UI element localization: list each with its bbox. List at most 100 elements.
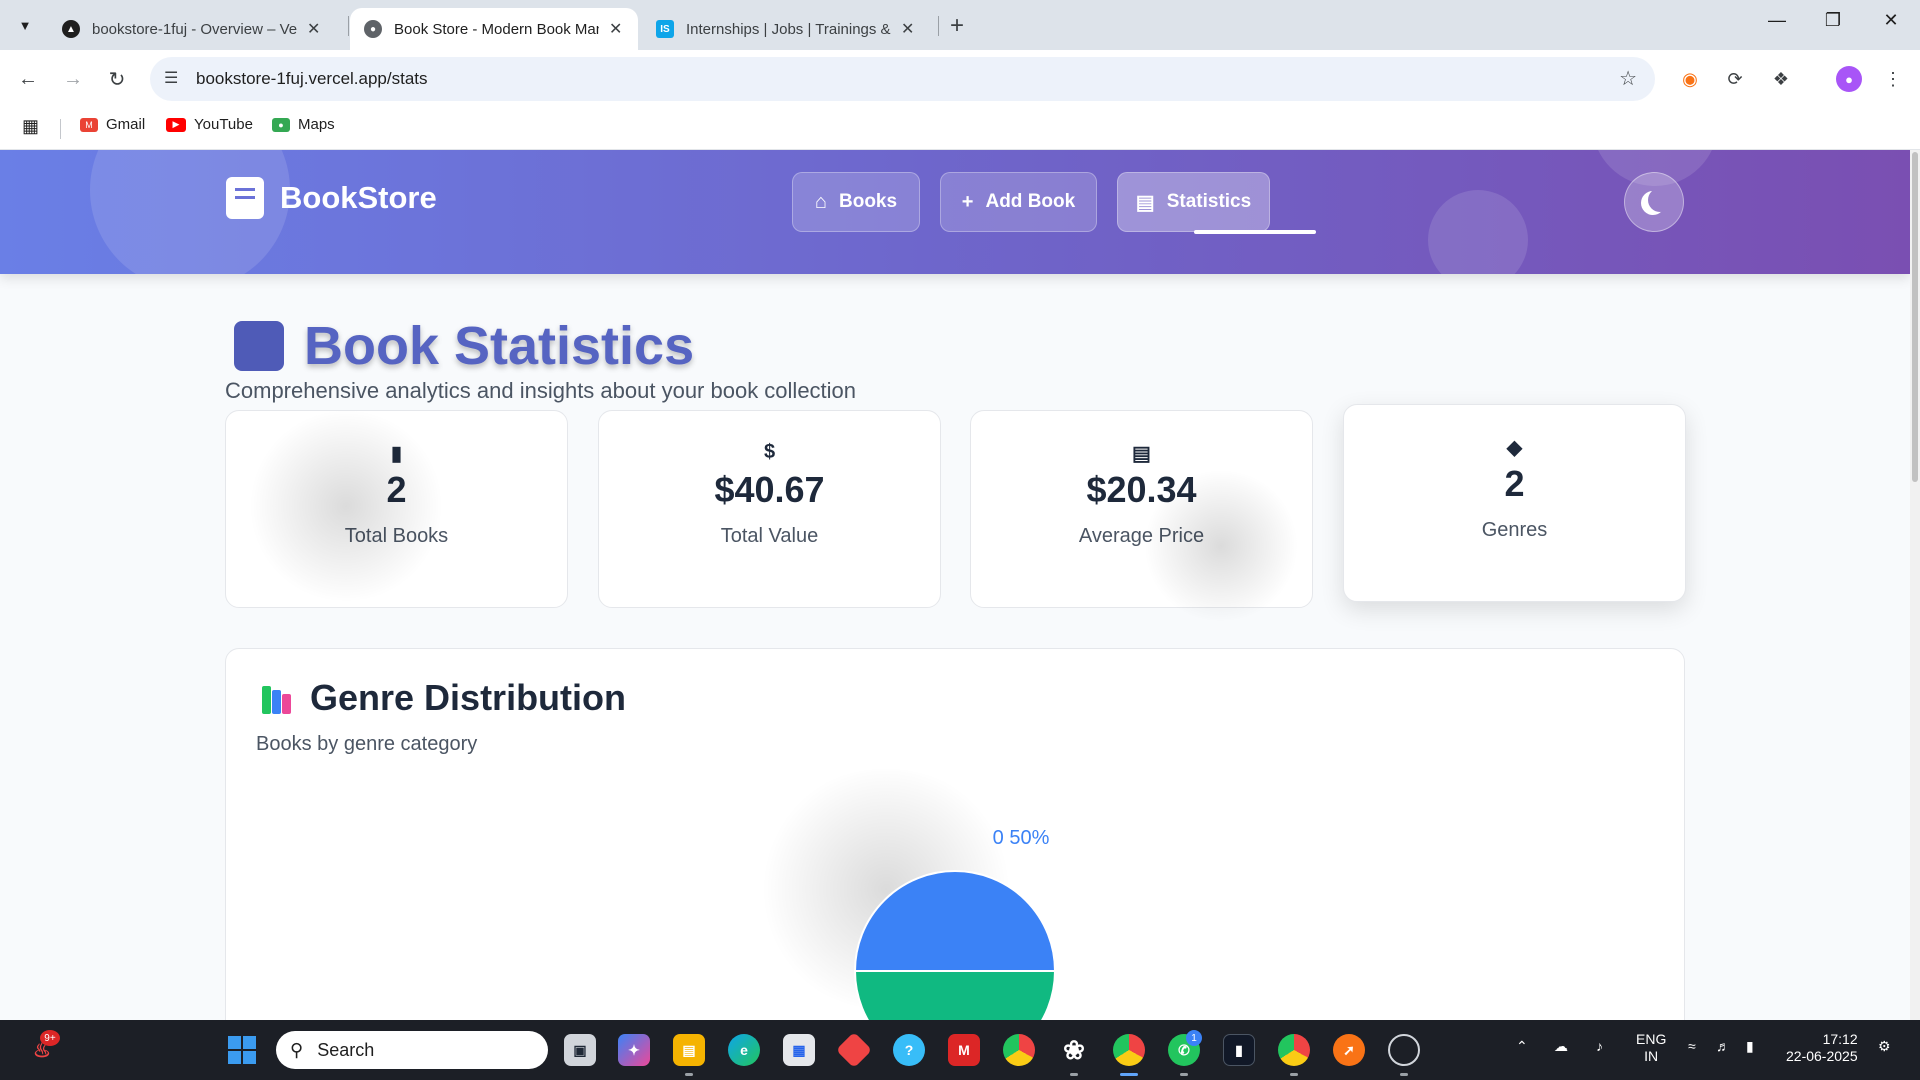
globe-icon: ● <box>364 20 382 38</box>
apps-grid-icon[interactable]: ▦ <box>22 116 39 137</box>
taskbar-search[interactable]: ⚲ Search <box>276 1031 548 1069</box>
extensions-puzzle-icon[interactable]: ❖ <box>1768 66 1794 92</box>
chrome-icon[interactable] <box>1003 1034 1035 1066</box>
notification-badge: 9+ <box>40 1030 60 1046</box>
profile-avatar[interactable]: ● <box>1836 66 1862 92</box>
stat-value: $40.67 <box>714 469 825 510</box>
url-text[interactable]: bookstore-1fuj.vercel.app/stats <box>196 69 428 89</box>
show-hidden-icons[interactable]: ⌃ <box>1516 1038 1528 1055</box>
chatgpt-icon[interactable]: ❀ <box>1058 1034 1090 1066</box>
chevron-down-icon: ▼ <box>18 17 32 33</box>
reload-button[interactable]: ↻ <box>102 64 132 94</box>
active-nav-indicator <box>1194 230 1316 234</box>
page-subtitle: Comprehensive analytics and insights abo… <box>225 378 857 403</box>
close-window-button[interactable]: ✕ <box>1876 10 1906 31</box>
tag-icon: ◆ <box>1506 437 1523 459</box>
forward-button[interactable]: → <box>58 64 88 94</box>
restore-button[interactable]: ❐ <box>1818 10 1848 31</box>
tab-bookstore[interactable]: ● Book Store - Modern Book Manager ✕ <box>350 8 638 50</box>
menu-kebab-icon[interactable]: ⋮ <box>1880 66 1906 92</box>
chrome-icon[interactable] <box>1278 1034 1310 1066</box>
bookmark-label: Maps <box>298 116 335 133</box>
title-square-icon <box>234 321 284 371</box>
site-info-icon[interactable]: ☰ <box>164 68 178 88</box>
anydesk-icon[interactable] <box>835 1031 873 1069</box>
language-indicator[interactable]: ENG IN <box>1636 1031 1666 1065</box>
home-icon: ⌂ <box>814 190 827 213</box>
bookmark-divider <box>60 119 61 139</box>
stat-card-genres: ◆ 2 Genres <box>1343 404 1686 602</box>
running-indicator <box>1180 1073 1188 1076</box>
file-explorer-icon[interactable]: ▤ <box>673 1034 705 1066</box>
nav-add-book[interactable]: + Add Book <box>940 172 1097 232</box>
vercel-icon: ▲ <box>62 20 80 38</box>
store-icon[interactable]: ▦ <box>783 1034 815 1066</box>
maps-icon: ● <box>272 117 290 132</box>
microphone-icon[interactable]: ♪ <box>1596 1038 1603 1054</box>
bookmark-star-icon[interactable]: ☆ <box>1619 66 1637 91</box>
onedrive-icon[interactable]: ☁ <box>1554 1038 1568 1055</box>
windows-start-icon[interactable] <box>226 1034 258 1066</box>
nav-label: Add Book <box>985 191 1076 212</box>
chart-icon: ▤ <box>1132 443 1151 465</box>
internshala-icon: IS <box>656 20 674 38</box>
back-button[interactable]: ← <box>13 64 43 94</box>
stat-card-total-books: ▮ 2 Total Books <box>225 410 568 608</box>
dollar-icon: $ <box>763 441 776 463</box>
volume-icon[interactable]: ♬ <box>1716 1038 1730 1054</box>
genre-distribution-panel: Genre Distribution Books by genre catego… <box>225 648 1685 1020</box>
notification-center-icon[interactable]: ⚙ <box>1878 1038 1891 1055</box>
obs-icon[interactable] <box>1388 1034 1420 1066</box>
stat-label: Total Value <box>720 525 819 547</box>
close-tab-icon[interactable]: ✕ <box>901 19 914 39</box>
language-code: ENG <box>1636 1031 1667 1047</box>
wifi-icon[interactable]: ≈ <box>1688 1038 1696 1054</box>
theme-toggle-button[interactable] <box>1624 172 1684 232</box>
stat-value: 2 <box>386 469 407 510</box>
decorative-bubble <box>1428 190 1528 274</box>
nav-label: Statistics <box>1166 191 1252 212</box>
close-tab-icon[interactable]: ✕ <box>609 19 622 39</box>
tab-title: bookstore-1fuj - Overview – Vercel <box>92 20 297 38</box>
app-viewport: BookStore ⌂ Books + Add Book ▤ Statistic… <box>0 150 1910 1020</box>
plus-icon: + <box>961 190 974 213</box>
copilot-icon[interactable]: ✦ <box>618 1034 650 1066</box>
address-bar[interactable]: ☰ bookstore-1fuj.vercel.app/stats ☆ <box>150 57 1655 101</box>
task-view-icon[interactable]: ▣ <box>564 1034 596 1066</box>
new-tab-button[interactable]: + <box>950 12 964 40</box>
tab-internshala[interactable]: IS Internships | Jobs | Trainings & Proj… <box>642 8 928 50</box>
battery-icon[interactable]: ▮ <box>1746 1038 1754 1055</box>
chrome-profile-icon[interactable] <box>1113 1034 1145 1066</box>
sync-icon[interactable]: ⟳ <box>1722 66 1748 92</box>
minimize-button[interactable]: — <box>1762 10 1792 31</box>
page-scrollbar[interactable] <box>1910 150 1920 1020</box>
app-icon[interactable]: ▮ <box>1223 1034 1255 1066</box>
page-title-text: Book Statistics <box>304 316 695 376</box>
tab-title: Internships | Jobs | Trainings & Project… <box>686 20 891 38</box>
postman-icon[interactable]: ➚ <box>1333 1034 1365 1066</box>
clock[interactable]: 17:12 22-06-2025 <box>1786 1031 1858 1065</box>
page-title: Book Statistics <box>234 315 694 377</box>
mcafee-icon[interactable]: M <box>948 1034 980 1066</box>
brand-logo[interactable]: BookStore <box>226 177 437 219</box>
nav-books[interactable]: ⌂ Books <box>792 172 920 232</box>
extension-icon[interactable]: ◉ <box>1677 66 1703 92</box>
tab-search-button[interactable]: ▼ <box>10 10 40 40</box>
pie-slice-0[interactable] <box>853 870 1057 972</box>
close-tab-icon[interactable]: ✕ <box>307 19 320 39</box>
help-icon[interactable]: ? <box>893 1034 925 1066</box>
stat-value: 2 <box>1504 463 1525 504</box>
active-indicator <box>1120 1073 1138 1076</box>
tab-vercel[interactable]: ▲ bookstore-1fuj - Overview – Vercel ✕ <box>48 8 334 50</box>
edge-icon[interactable]: e <box>728 1034 760 1066</box>
bookmark-gmail[interactable]: M Gmail <box>80 116 145 133</box>
nav-label: Books <box>839 191 898 212</box>
bookmark-youtube[interactable]: ▶ YouTube <box>166 116 253 133</box>
scrollbar-thumb[interactable] <box>1912 152 1918 482</box>
bookmark-maps[interactable]: ● Maps <box>272 116 335 133</box>
nav-statistics[interactable]: ▤ Statistics <box>1117 172 1270 232</box>
tab-separator <box>938 16 939 36</box>
hover-glow <box>246 411 446 601</box>
pie-slice-1[interactable] <box>853 970 1057 1020</box>
region-code: IN <box>1644 1048 1659 1064</box>
